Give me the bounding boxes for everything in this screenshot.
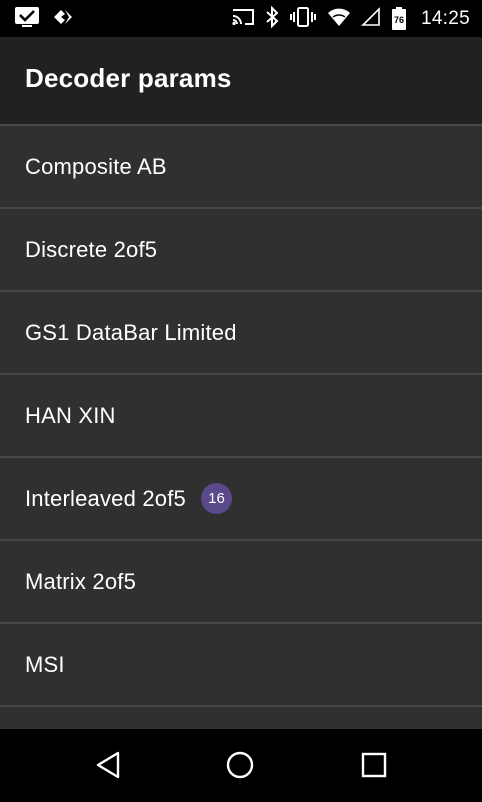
app-bar: Decoder params: [0, 37, 482, 124]
list-item-label: Matrix 2of5: [25, 568, 137, 594]
clock: 14:25: [420, 8, 470, 29]
home-button[interactable]: [220, 747, 260, 787]
list-item-label: HAN XIN: [25, 402, 116, 428]
list-item-han-xin[interactable]: HAN XIN: [0, 375, 482, 458]
status-bar: 76 14:25: [0, 0, 482, 37]
bluetooth-icon: [265, 5, 279, 33]
cellular-signal-icon: [361, 6, 381, 32]
battery-icon: 76: [391, 7, 407, 31]
decoder-list: Composite AB Discrete 2of5 GS1 DataBar L…: [0, 124, 482, 729]
list-item-label: Discrete 2of5: [25, 236, 158, 262]
cast-icon: [231, 7, 255, 32]
list-item-discrete-2of5[interactable]: Discrete 2of5: [0, 209, 482, 292]
list-item-interleaved-2of5[interactable]: Interleaved 2of5 16: [0, 458, 482, 541]
diamond-arrows-icon: [52, 6, 78, 33]
recents-icon: [360, 751, 388, 784]
wifi-icon: [327, 7, 351, 32]
count-badge: 16: [200, 483, 232, 514]
list-item-msi[interactable]: MSI: [0, 624, 482, 707]
home-icon: [225, 750, 255, 785]
list-item-label: Composite AB: [25, 153, 167, 179]
list-item-label: Interleaved 2of5: [25, 485, 186, 511]
checkbox-notification-icon: [14, 6, 40, 33]
navigation-bar: [0, 729, 482, 802]
list-item-composite-ab[interactable]: Composite AB: [0, 126, 482, 209]
list-item-gs1-databar-limited[interactable]: GS1 DataBar Limited: [0, 292, 482, 375]
page-title: Decoder params: [25, 63, 232, 93]
vibrate-icon: [289, 6, 317, 32]
back-button[interactable]: [88, 747, 128, 787]
list-item-label: MSI: [25, 651, 65, 677]
battery-level: 76: [393, 15, 404, 25]
recents-button[interactable]: [354, 747, 394, 787]
list-item-matrix-2of5[interactable]: Matrix 2of5: [0, 541, 482, 624]
list-item-partial[interactable]: [0, 707, 482, 729]
list-item-label: GS1 DataBar Limited: [25, 319, 237, 345]
back-icon: [94, 750, 122, 785]
